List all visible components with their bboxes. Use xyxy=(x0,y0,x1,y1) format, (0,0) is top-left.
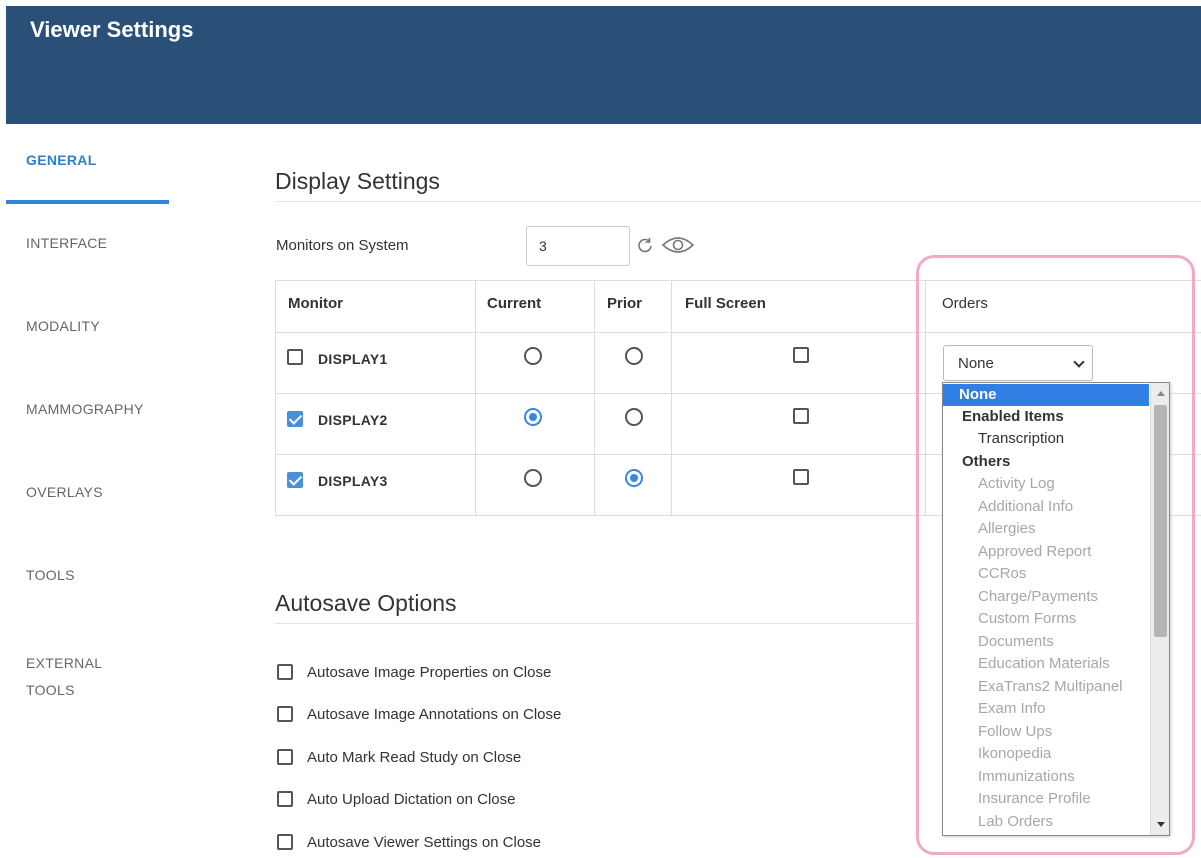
display1-enable-checkbox[interactable] xyxy=(287,349,303,365)
display2-label: DISPLAY2 xyxy=(318,412,388,428)
display2-prior-radio[interactable] xyxy=(625,408,643,426)
scroll-up-icon[interactable] xyxy=(1157,391,1165,396)
dropdown-option[interactable]: Lab Orders xyxy=(943,811,1149,833)
autosave-option-label: Auto Upload Dictation on Close xyxy=(307,791,516,808)
dropdown-option[interactable]: Ikonopedia xyxy=(943,743,1149,765)
orders-dropdown-list[interactable]: None Enabled Items Transcription Others … xyxy=(942,382,1170,836)
dropdown-option[interactable]: Custom Forms xyxy=(943,608,1149,630)
orders-select[interactable]: None xyxy=(943,345,1093,381)
dropdown-option[interactable]: ExaTrans2 Multipanel xyxy=(943,676,1149,698)
sidebar-item-tools[interactable]: TOOLS xyxy=(26,567,75,583)
dropdown-option[interactable]: Charge/Payments xyxy=(943,586,1149,608)
display3-enable-checkbox[interactable] xyxy=(287,472,303,488)
display2-fullscreen-checkbox[interactable] xyxy=(793,408,809,424)
table-row-divider xyxy=(276,332,1201,333)
display1-prior-radio[interactable] xyxy=(625,347,643,365)
dropdown-option-selected[interactable]: None xyxy=(943,384,1149,406)
column-header-monitor: Monitor xyxy=(288,295,343,312)
sidebar-item-external-tools[interactable]: EXTERNAL TOOLS xyxy=(26,650,102,704)
dropdown-group-others: Others xyxy=(962,453,1011,470)
dropdown-option[interactable]: Additional Info xyxy=(943,496,1149,518)
section-divider xyxy=(275,623,915,624)
refresh-icon[interactable] xyxy=(635,236,655,261)
auto-mark-read-checkbox[interactable] xyxy=(277,749,293,765)
autosave-option-label: Auto Mark Read Study on Close xyxy=(307,749,522,766)
column-header-prior: Prior xyxy=(607,295,643,312)
column-header-full-screen: Full Screen xyxy=(685,295,766,312)
display2-enable-checkbox[interactable] xyxy=(287,411,303,427)
monitors-count-input[interactable] xyxy=(526,226,630,266)
sidebar-item-label: TOOLS xyxy=(26,682,75,698)
scrollbar-thumb[interactable] xyxy=(1154,405,1167,637)
display1-current-radio[interactable] xyxy=(524,347,542,365)
display3-prior-radio[interactable] xyxy=(625,469,643,487)
app-header: Viewer Settings xyxy=(6,6,1201,124)
table-column-divider xyxy=(671,281,672,515)
eye-icon[interactable] xyxy=(661,234,695,261)
display1-label: DISPLAY1 xyxy=(318,351,388,367)
page-title: Viewer Settings xyxy=(30,17,194,42)
column-header-current: Current xyxy=(487,295,542,312)
sidebar-nav: GENERAL INTERFACE MODALITY MAMMOGRAPHY O… xyxy=(6,124,176,858)
autosave-options-title: Autosave Options xyxy=(275,590,457,616)
column-header-orders: Orders xyxy=(942,295,988,312)
autosave-option-label: Autosave Image Annotations on Close xyxy=(307,706,562,723)
sidebar-item-general[interactable]: GENERAL xyxy=(26,152,97,168)
dropdown-option[interactable]: Follow Ups xyxy=(943,721,1149,743)
dropdown-option[interactable]: Immunizations xyxy=(943,766,1149,788)
active-tab-indicator xyxy=(6,200,169,204)
dropdown-option[interactable]: Allergies xyxy=(943,518,1149,540)
monitors-label: Monitors on System xyxy=(276,237,409,254)
autosave-viewer-settings-checkbox[interactable] xyxy=(277,834,293,850)
table-column-divider xyxy=(475,281,476,515)
dropdown-option[interactable]: Documents xyxy=(943,631,1149,653)
scroll-down-icon[interactable] xyxy=(1157,822,1165,827)
sidebar-item-overlays[interactable]: OVERLAYS xyxy=(26,484,103,500)
display3-label: DISPLAY3 xyxy=(318,473,388,489)
table-column-divider xyxy=(594,281,595,515)
display3-current-radio[interactable] xyxy=(524,469,542,487)
display2-current-radio[interactable] xyxy=(524,408,542,426)
display3-fullscreen-checkbox[interactable] xyxy=(793,469,809,485)
dropdown-option[interactable]: Approved Report xyxy=(943,541,1149,563)
dropdown-option[interactable]: CCRos xyxy=(943,563,1149,585)
orders-select-value: None xyxy=(958,355,994,372)
table-column-divider xyxy=(925,281,926,515)
chevron-down-icon xyxy=(1073,356,1085,368)
dropdown-group-enabled: Enabled Items xyxy=(962,408,1064,425)
auto-upload-dictation-checkbox[interactable] xyxy=(277,791,293,807)
dropdown-option[interactable]: Education Materials xyxy=(943,653,1149,675)
sidebar-item-interface[interactable]: INTERFACE xyxy=(26,235,107,251)
sidebar-item-mammography[interactable]: MAMMOGRAPHY xyxy=(26,401,144,417)
sidebar-item-label: EXTERNAL xyxy=(26,655,103,671)
sidebar-item-modality[interactable]: MODALITY xyxy=(26,318,100,334)
autosave-image-annotations-checkbox[interactable] xyxy=(277,706,293,722)
dropdown-scrollbar[interactable] xyxy=(1150,383,1169,835)
autosave-option-label: Autosave Viewer Settings on Close xyxy=(307,834,542,851)
autosave-image-properties-checkbox[interactable] xyxy=(277,664,293,680)
dropdown-option[interactable]: Exam Info xyxy=(943,698,1149,720)
section-divider xyxy=(275,201,1201,202)
display1-fullscreen-checkbox[interactable] xyxy=(793,347,809,363)
dropdown-option[interactable]: Activity Log xyxy=(943,473,1149,495)
autosave-option-label: Autosave Image Properties on Close xyxy=(307,664,552,681)
dropdown-option[interactable]: Insurance Profile xyxy=(943,788,1149,810)
display-settings-title: Display Settings xyxy=(275,168,440,194)
dropdown-option[interactable]: Transcription xyxy=(943,428,1149,450)
